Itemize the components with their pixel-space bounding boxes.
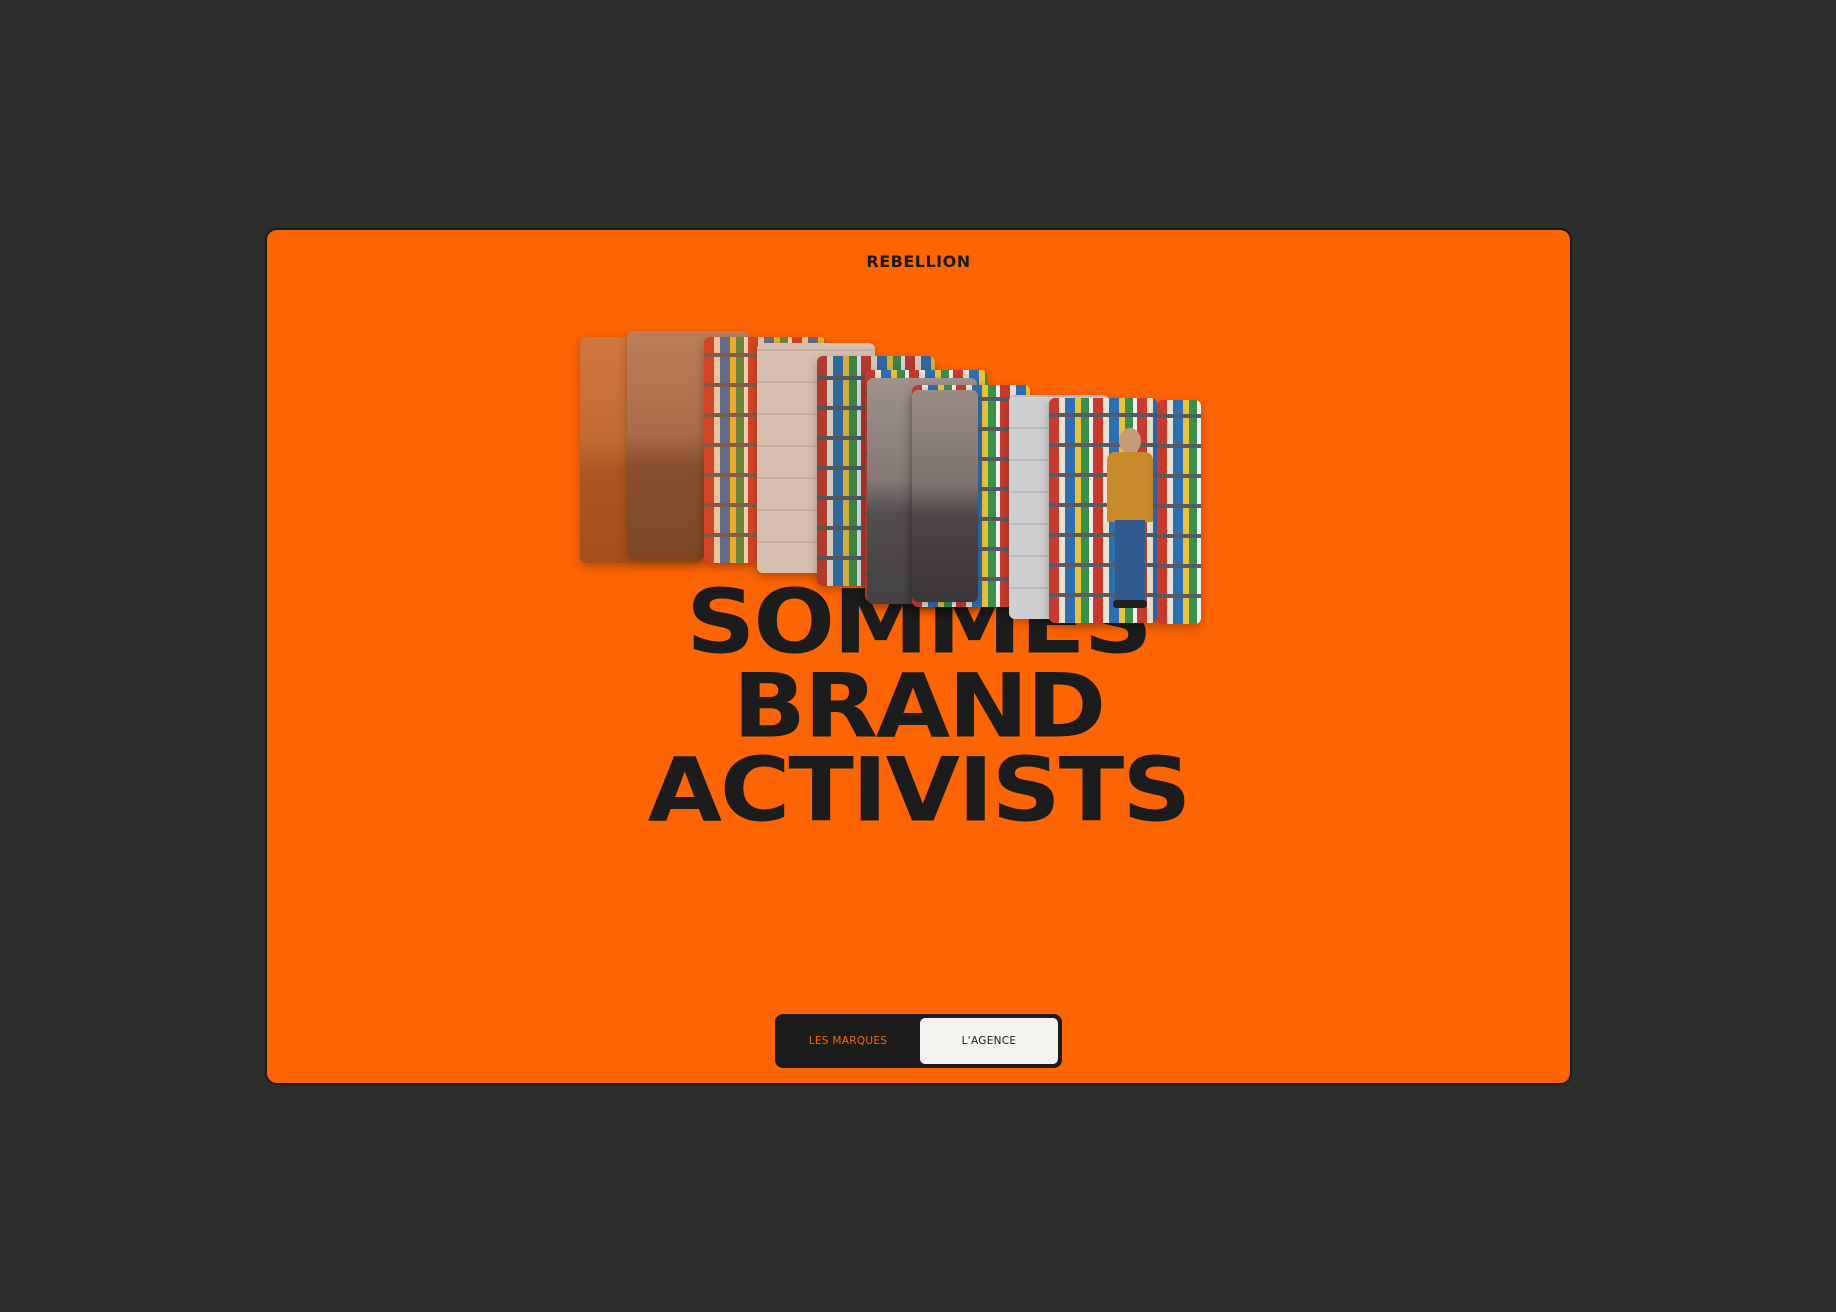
photo-card: [1049, 398, 1157, 623]
brand-logo[interactable]: REBELLION: [267, 252, 1570, 271]
section-toggle: LES MARQUES L'AGENCE: [775, 1014, 1062, 1068]
site-frame: REBELLION SOMMES BRAND ACTIVISTS LES MAR…: [265, 228, 1572, 1085]
hero-headline: SOMMES BRAND ACTIVISTS: [267, 578, 1570, 842]
toggle-les-marques[interactable]: LES MARQUES: [779, 1018, 917, 1064]
photo-card: [912, 390, 978, 602]
photo-card: [1157, 400, 1201, 624]
headline-line-3: ACTIVISTS: [647, 738, 1192, 842]
toggle-agence[interactable]: L'AGENCE: [920, 1018, 1058, 1064]
headline-line-2: BRAND: [732, 654, 1106, 758]
person-figure: [1107, 428, 1153, 608]
